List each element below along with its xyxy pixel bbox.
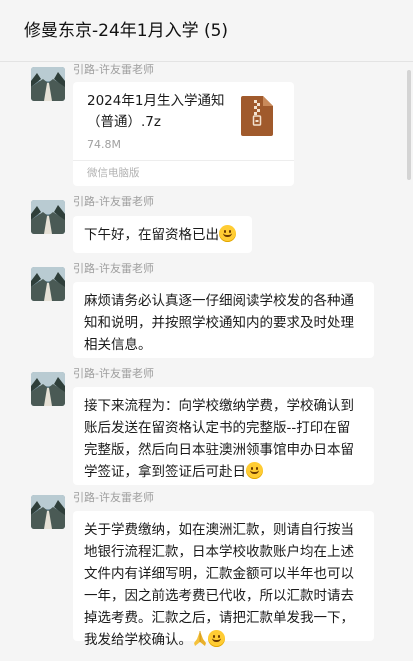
message-text: 关于学费缴纳，如在澳洲汇款，则请自行按当地银行流程汇款，日本学校收款账户均在上述… [84, 522, 354, 648]
message-item: 引路-许友雷老师 接下来流程为：向学校缴纳学费，学校确认到账后发送在留资格认定书… [0, 366, 413, 486]
message-bubble[interactable]: 关于学费缴纳，如在澳洲汇款，则请自行按当地银行流程汇款，日本学校收款账户均在上述… [73, 511, 374, 648]
smile-emoji-icon [246, 462, 263, 479]
file-message-card[interactable]: 2024年1月生入学通知（普通）.7z 74.8M 微信电脑版 [73, 82, 294, 186]
smile-emoji-icon [208, 630, 225, 647]
sender-name: 引路-许友雷老师 [73, 195, 154, 208]
message-bubble[interactable]: 接下来流程为：向学校缴纳学费，学校确认到账后发送在留资格认定书的完整版--打印在… [73, 387, 374, 485]
message-bubble[interactable]: 下午好，在留资格已出 [73, 216, 252, 253]
message-bubble[interactable]: 麻烦请务必认真逐一仔细阅读学校发的各种通知和说明，并按照学校通知内的要求及时处理… [73, 282, 374, 358]
avatar[interactable] [31, 372, 65, 406]
folded-hands-emoji-icon [192, 630, 208, 647]
message-text: 下午好，在留资格已出 [84, 227, 219, 243]
message-item: 引路-许友雷老师 下午好，在留资格已出 [0, 194, 413, 256]
sender-name: 引路-许友雷老师 [73, 262, 154, 275]
message-file: 引路-许友雷老师 2024年1月生入学通知（普通）.7z 74.8M 微信电脑版 [0, 62, 413, 190]
sender-name: 引路-许友雷老师 [73, 491, 154, 504]
chat-header: 修曼东京-24年1月入学 (5) [0, 0, 413, 62]
sender-name: 引路-许友雷老师 [73, 367, 154, 380]
avatar[interactable] [31, 67, 65, 101]
message-item: 引路-许友雷老师 麻烦请务必认真逐一仔细阅读学校发的各种通知和说明，并按照学校通… [0, 261, 413, 361]
sender-name: 引路-许友雷老师 [73, 63, 154, 76]
file-name: 2024年1月生入学通知（普通）.7z [87, 93, 225, 130]
message-item: 引路-许友雷老师 关于学费缴纳，如在澳洲汇款，则请自行按当地银行流程汇款，日本学… [0, 490, 413, 650]
chat-title: 修曼东京-24年1月入学 (5) [24, 21, 229, 41]
avatar[interactable] [31, 267, 65, 301]
smile-emoji-icon [219, 225, 236, 242]
zip-archive-icon [241, 96, 273, 136]
avatar[interactable] [31, 495, 65, 529]
message-text: 接下来流程为：向学校缴纳学费，学校确认到账后发送在留资格认定书的完整版--打印在… [84, 398, 354, 480]
file-size: 74.8M [87, 138, 121, 151]
avatar[interactable] [31, 200, 65, 234]
message-text: 麻烦请务必认真逐一仔细阅读学校发的各种通知和说明，并按照学校通知内的要求及时处理… [84, 293, 354, 353]
file-source: 微信电脑版 [73, 160, 294, 186]
